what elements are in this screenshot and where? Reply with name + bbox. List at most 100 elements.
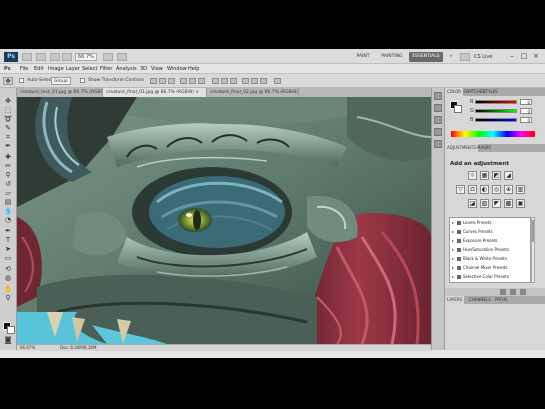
quick-mask-icon[interactable]: ◙ <box>3 336 13 344</box>
brush-tool-icon[interactable]: ✏ <box>3 162 13 170</box>
workspace-paint-button[interactable]: PAINT <box>350 52 376 62</box>
menu-layer[interactable]: Layer <box>66 64 80 74</box>
mini-bridge-panel-icon[interactable] <box>434 92 442 100</box>
color-balance-icon[interactable]: ◐ <box>480 185 489 194</box>
align-left-icon[interactable] <box>180 78 187 84</box>
green-slider[interactable] <box>475 109 517 113</box>
invert-icon[interactable]: ◪ <box>468 199 477 208</box>
menu-view[interactable]: View <box>151 64 163 74</box>
quick-select-tool-icon[interactable]: ✎ <box>3 124 13 132</box>
mini-bridge-icon[interactable] <box>36 53 46 61</box>
distribute-left-icon[interactable] <box>242 78 249 84</box>
tab-layers[interactable]: LAYERS <box>445 296 465 304</box>
bridge-icon[interactable] <box>22 53 32 61</box>
threshold-icon[interactable]: ◤ <box>492 199 501 208</box>
black-white-icon[interactable]: ◎ <box>492 185 501 194</box>
channel-mixer-icon[interactable]: ▥ <box>516 185 525 194</box>
preset-hue-saturation[interactable]: ▸ Hue/Saturation Presets <box>452 247 530 253</box>
menu-3d[interactable]: 3D <box>140 64 147 74</box>
screen-mode-icon[interactable] <box>117 53 127 61</box>
exposure-icon[interactable]: ◢ <box>504 171 513 180</box>
align-right-icon[interactable] <box>198 78 205 84</box>
gradient-map-icon[interactable]: ▩ <box>504 199 513 208</box>
move-tool-preset-icon[interactable]: ✥ <box>3 77 13 85</box>
color-spectrum-bar[interactable] <box>451 131 535 137</box>
arrange-documents-icon[interactable] <box>103 53 113 61</box>
brush-panel-icon[interactable] <box>434 128 442 136</box>
maximize-icon[interactable]: □ <box>519 52 529 61</box>
distribute-hcenter-icon[interactable] <box>251 78 258 84</box>
blue-value[interactable]: 0 <box>520 117 532 123</box>
auto-select-checkbox[interactable] <box>19 78 24 83</box>
align-vcenter-icon[interactable] <box>159 78 166 84</box>
curves-icon[interactable]: ◩ <box>492 171 501 180</box>
red-value[interactable]: 0 <box>520 99 532 105</box>
type-tool-icon[interactable]: T <box>3 236 13 244</box>
selective-color-icon[interactable]: ▣ <box>516 199 525 208</box>
menu-ps[interactable]: Ps <box>4 64 11 74</box>
tab-masks[interactable]: MASKS <box>475 144 493 152</box>
preset-levels[interactable]: ▸ Levels Presets <box>452 220 530 226</box>
menu-select[interactable]: Select <box>82 64 97 74</box>
marquee-tool-icon[interactable]: ⬚ <box>3 106 13 114</box>
preset-channel-mixer[interactable]: ▸ Channel Mixer Presets <box>452 265 530 271</box>
pen-tool-icon[interactable]: ✒ <box>3 227 13 235</box>
color-panel-background-swatch[interactable] <box>454 105 462 113</box>
gradient-tool-icon[interactable]: ▤ <box>3 198 13 206</box>
view-extras-icon[interactable] <box>50 53 60 61</box>
photo-filter-icon[interactable]: ⊕ <box>504 185 513 194</box>
preset-selective-color[interactable]: ▸ Selective Color Presets <box>452 274 530 280</box>
dodge-tool-icon[interactable]: ◔ <box>3 216 13 224</box>
eraser-tool-icon[interactable]: ▱ <box>3 189 13 197</box>
menu-filter[interactable]: Filter <box>100 64 112 74</box>
clip-to-layer-icon[interactable] <box>500 289 506 295</box>
doc-tab-1[interactable]: creature_test_01.jpg @ 66.7% (RGB/8) <box>17 88 103 97</box>
green-value[interactable]: 0 <box>520 108 532 114</box>
tab-channels[interactable]: CHANNELS <box>467 296 493 304</box>
minimize-icon[interactable]: – <box>507 52 517 61</box>
path-select-tool-icon[interactable]: ➤ <box>3 245 13 253</box>
auto-select-dropdown[interactable]: Group <box>51 77 71 85</box>
clone-stamp-tool-icon[interactable]: ⚲ <box>3 171 13 179</box>
doc-tab-3[interactable]: creature_final_02.jpg @ 66.7% (RGB/8) <box>207 88 299 97</box>
distribute-top-icon[interactable] <box>212 78 219 84</box>
crop-tool-icon[interactable]: ⌗ <box>3 133 13 141</box>
move-tool-icon[interactable]: ✥ <box>3 97 13 105</box>
hand-tool-icon-2[interactable]: ✋ <box>3 285 13 293</box>
eyedropper-tool-icon[interactable]: ✒ <box>3 142 13 150</box>
document-canvas[interactable] <box>17 97 431 344</box>
menu-analysis[interactable]: Analysis <box>116 64 137 74</box>
tab-styles[interactable]: STYLES <box>481 88 500 96</box>
history-panel-icon[interactable] <box>434 104 442 112</box>
menu-help[interactable]: Help <box>188 64 199 74</box>
tab-adjustments[interactable]: ADJUSTMENTS <box>445 144 478 152</box>
preset-exposure[interactable]: ▸ Exposure Presets <box>452 238 530 244</box>
blue-slider[interactable] <box>475 118 517 122</box>
zoom-tool-icon[interactable]: ⚲ <box>3 294 13 302</box>
menu-window[interactable]: Window <box>167 64 187 74</box>
healing-brush-tool-icon[interactable]: ✚ <box>3 153 13 161</box>
shape-tool-icon[interactable]: ▭ <box>3 254 13 262</box>
hand-tool-icon[interactable] <box>62 53 72 61</box>
trash-icon[interactable] <box>520 289 526 295</box>
3d-orbit-tool-icon[interactable]: ◍ <box>3 274 13 282</box>
menu-edit[interactable]: Edit <box>34 64 44 74</box>
history-brush-tool-icon[interactable]: ↺ <box>3 180 13 188</box>
workspace-painting-button[interactable]: PAINTING <box>378 52 406 62</box>
new-layer-icon[interactable] <box>510 289 516 295</box>
distribute-right-icon[interactable] <box>260 78 267 84</box>
close-icon[interactable]: × <box>531 52 541 61</box>
preset-black-white[interactable]: ▸ Black & White Presets <box>452 256 530 262</box>
lasso-tool-icon[interactable]: ➰ <box>3 115 13 123</box>
menu-image[interactable]: Image <box>48 64 64 74</box>
blur-tool-icon[interactable]: 💧 <box>3 207 13 215</box>
menu-file[interactable]: File <box>20 64 28 74</box>
align-hcenter-icon[interactable] <box>189 78 196 84</box>
actions-panel-icon[interactable] <box>434 116 442 124</box>
red-slider[interactable] <box>475 100 517 104</box>
status-zoom[interactable]: 66.67% <box>20 344 35 351</box>
preset-curves[interactable]: ▸ Curves Presets <box>452 229 530 235</box>
auto-align-layers-icon[interactable] <box>274 78 281 84</box>
presets-scrollbar-thumb[interactable] <box>532 220 534 242</box>
3d-rotate-tool-icon[interactable]: ⟲ <box>3 265 13 273</box>
